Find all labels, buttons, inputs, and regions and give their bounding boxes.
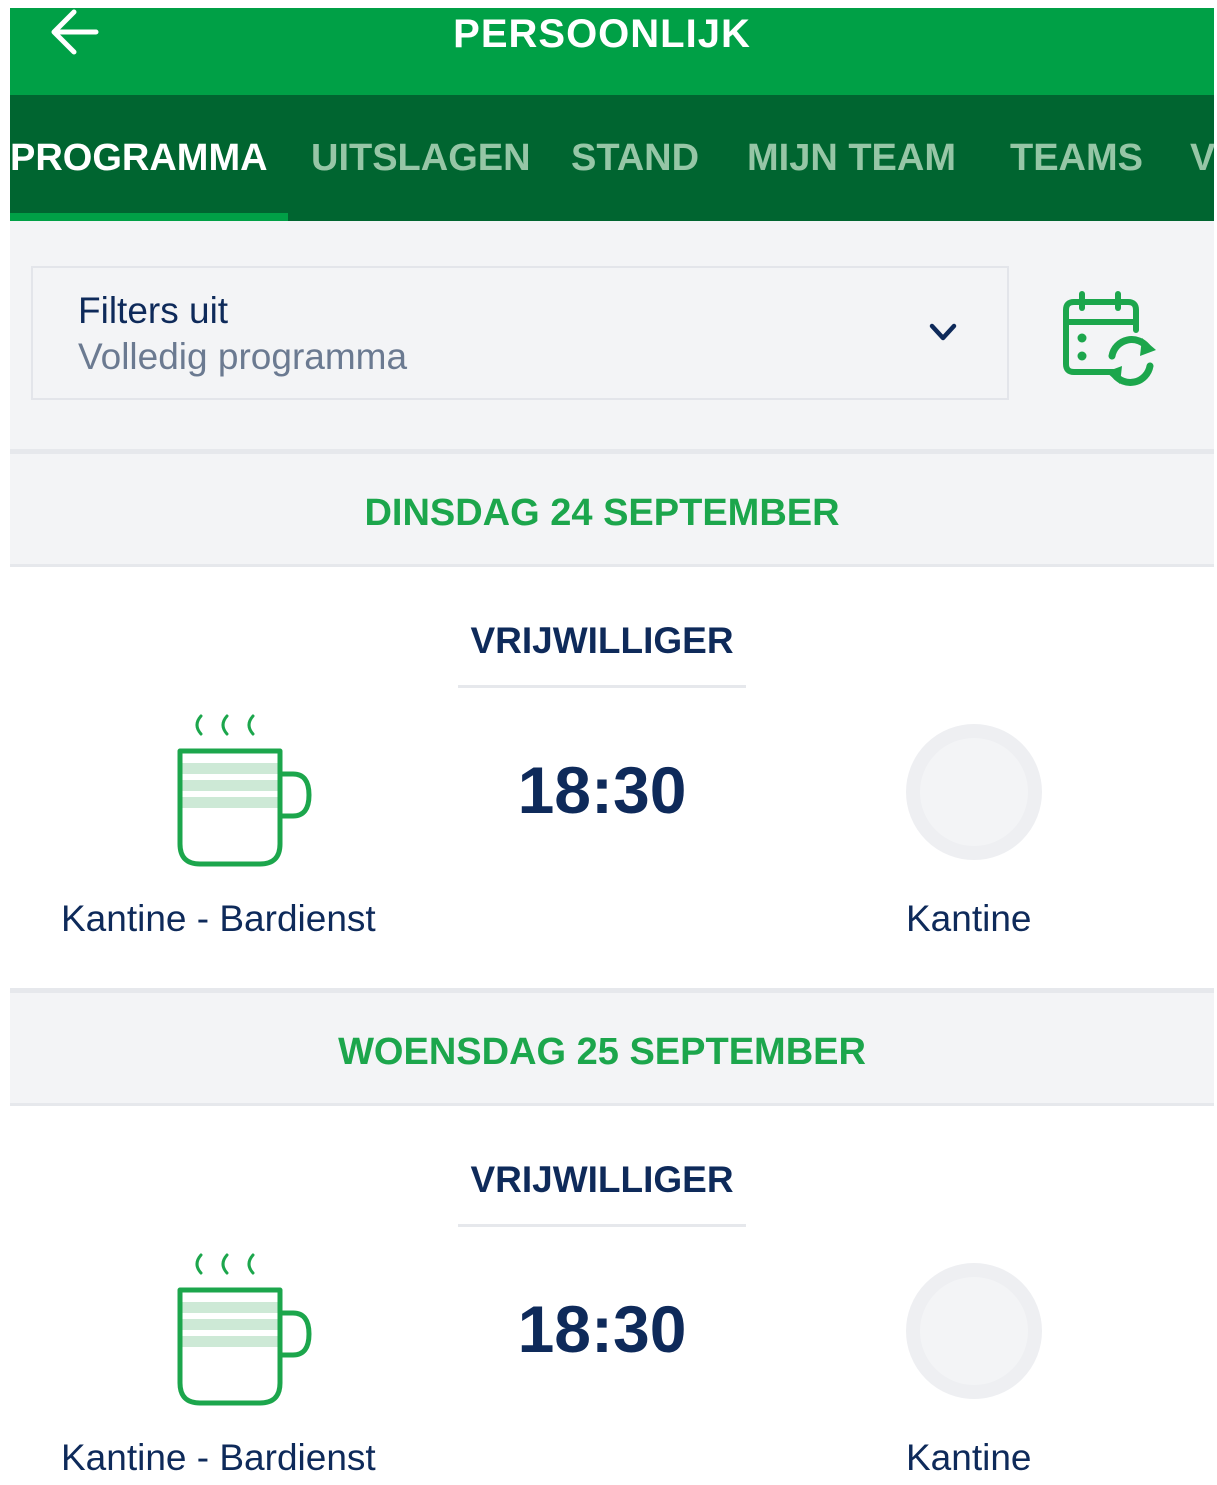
app-bar: PERSOONLIJK	[10, 8, 1214, 95]
category-label: VRIJWILLIGER	[470, 620, 734, 661]
filter-section: Filters uit Volledig programma	[10, 221, 1214, 449]
filter-dropdown[interactable]: Filters uit Volledig programma	[31, 266, 1009, 400]
event-title: Kantine - Bardienst	[61, 1437, 376, 1478]
event-location: Kantine	[906, 1437, 1032, 1478]
active-tab-indicator	[10, 213, 288, 221]
filter-subtitle: Volledig programma	[78, 336, 408, 377]
event-title: Kantine - Bardienst	[61, 898, 376, 939]
page-title: PERSOONLIJK	[453, 12, 751, 56]
tab-more-partial[interactable]: V	[1190, 137, 1214, 180]
location-avatar	[906, 724, 1042, 860]
location-avatar	[906, 1263, 1042, 1399]
tab-mijn-team[interactable]: MIJN TEAM	[747, 137, 956, 180]
tab-uitslagen[interactable]: UITSLAGEN	[311, 137, 531, 180]
category-label: VRIJWILLIGER	[470, 1159, 734, 1200]
date-header: WOENSDAG 25 SEPTEMBER	[10, 988, 1214, 1106]
date-label: DINSDAG 24 SEPTEMBER	[364, 492, 840, 534]
category-divider	[458, 1224, 746, 1227]
calendar-sync-icon[interactable]	[1062, 290, 1158, 390]
filter-title: Filters uit	[78, 290, 229, 331]
event-location: Kantine	[906, 898, 1032, 939]
category-divider	[458, 685, 746, 688]
date-header: DINSDAG 24 SEPTEMBER	[10, 449, 1214, 567]
tab-programma[interactable]: PROGRAMMA	[10, 137, 268, 180]
tab-bar: PROGRAMMA UITSLAGEN STAND MIJN TEAM TEAM…	[10, 95, 1214, 221]
date-label: WOENSDAG 25 SEPTEMBER	[338, 1031, 866, 1073]
chevron-down-icon	[929, 323, 957, 341]
tab-teams[interactable]: TEAMS	[1010, 137, 1143, 180]
app-screen: PERSOONLIJK PROGRAMMA UITSLAGEN STAND MI…	[10, 8, 1214, 1485]
tab-stand[interactable]: STAND	[571, 137, 699, 180]
